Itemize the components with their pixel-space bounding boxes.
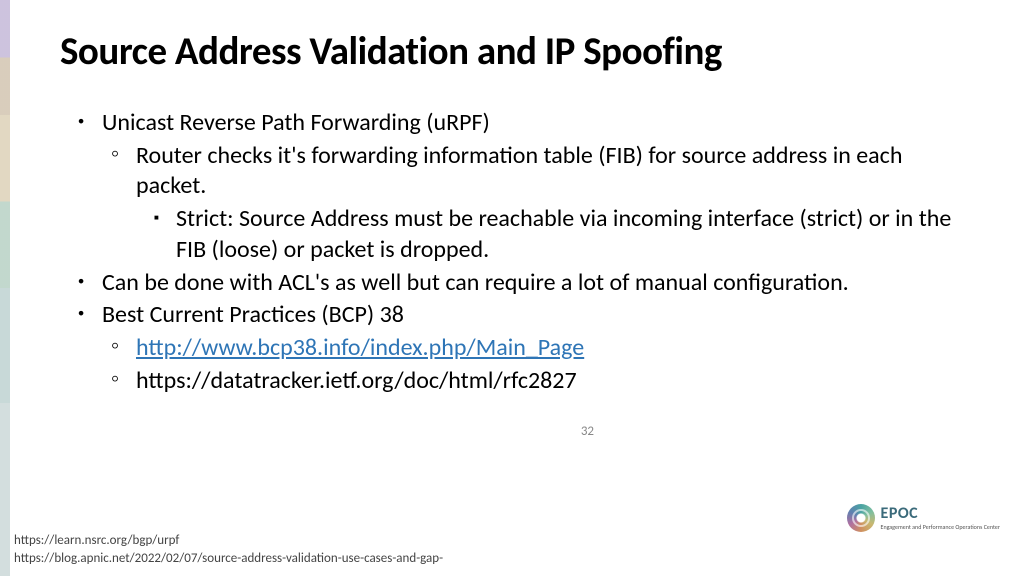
accent-bar xyxy=(0,0,10,576)
bullet-item: http://www.bcp38.info/index.php/Main_Pag… xyxy=(102,333,974,364)
logo-text: EPOC Engagement and Performance Operatio… xyxy=(881,506,1000,530)
bullet-text: Can be done with ACL's as well but can r… xyxy=(102,268,849,297)
bullet-text: Router checks it's forwarding informatio… xyxy=(136,141,902,201)
slide-title: Source Address Validation and IP Spoofin… xyxy=(60,28,722,75)
swirl-icon xyxy=(847,504,875,532)
slide: Source Address Validation and IP Spoofin… xyxy=(0,0,1024,576)
bullet-text: Best Current Practices (BCP) 38 xyxy=(102,300,404,329)
bullet-item: Router checks it's forwarding informatio… xyxy=(102,141,974,266)
logo-name: EPOC xyxy=(881,506,1000,522)
bullet-text: Unicast Reverse Path Forwarding (uRPF) xyxy=(102,108,490,137)
slide-content: Unicast Reverse Path Forwarding (uRPF) R… xyxy=(74,108,974,398)
footer-ref: https://blog.apnic.net/2022/02/07/source… xyxy=(14,550,443,568)
footer-ref: https://learn.nsrc.org/bgp/urpf xyxy=(14,532,443,550)
bullet-item: https://datatracker.ietf.org/doc/html/rf… xyxy=(102,366,974,397)
bullet-item: Can be done with ACL's as well but can r… xyxy=(74,268,974,299)
bullet-item: Unicast Reverse Path Forwarding (uRPF) R… xyxy=(74,108,974,266)
slide-number: 32 xyxy=(581,424,594,439)
logo-tagline: Engagement and Performance Operations Ce… xyxy=(881,524,1000,530)
epoc-logo: EPOC Engagement and Performance Operatio… xyxy=(847,504,1000,532)
bullet-item: Strict: Source Address must be reachable… xyxy=(136,204,974,265)
footer-references: https://learn.nsrc.org/bgp/urpf https://… xyxy=(14,532,443,568)
bullet-text: https://datatracker.ietf.org/doc/html/rf… xyxy=(136,366,577,395)
bullet-text: Strict: Source Address must be reachable… xyxy=(176,204,951,264)
bullet-item: Best Current Practices (BCP) 38 http://w… xyxy=(74,300,974,396)
bcp38-link[interactable]: http://www.bcp38.info/index.php/Main_Pag… xyxy=(136,333,584,362)
